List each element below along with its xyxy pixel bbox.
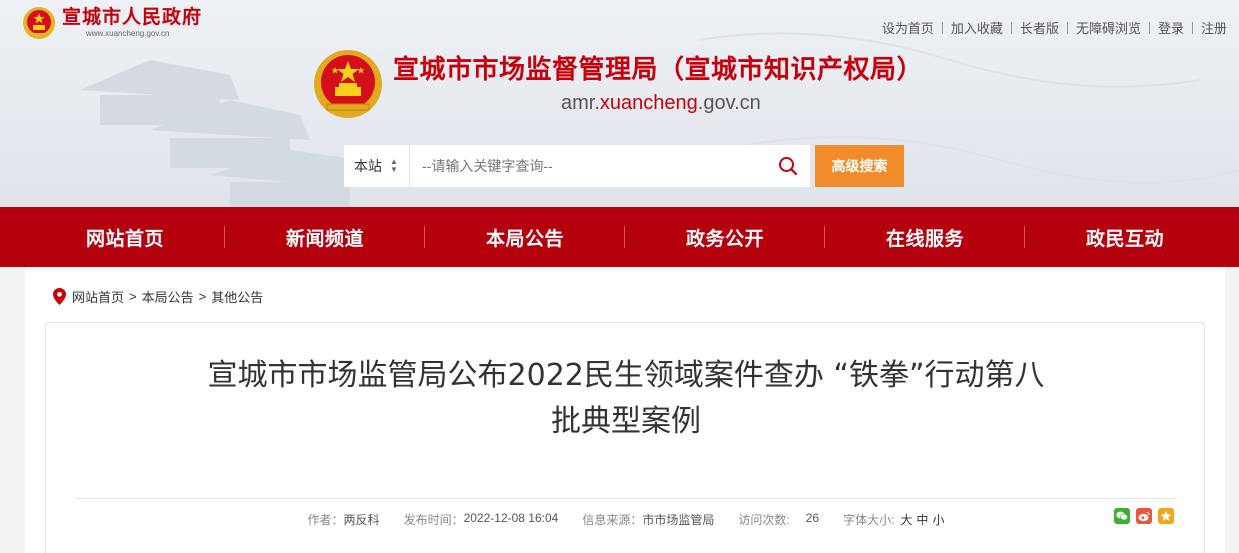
gov-title: 宣城市人民政府 xyxy=(62,7,203,28)
weibo-icon[interactable] xyxy=(1136,508,1152,524)
font-size-large[interactable]: 大 xyxy=(900,511,912,528)
add-favorite-link[interactable]: 加入收藏 xyxy=(951,18,1003,37)
nav-item-online-services[interactable]: 在线服务 xyxy=(825,207,1025,267)
search-bar: 本站 ▲▼ 高级搜索 xyxy=(344,145,904,187)
article-visits: 访问次数: 26 xyxy=(738,511,820,527)
sort-arrows-icon: ▲ ▼ xyxy=(390,157,398,174)
divider xyxy=(1148,21,1150,34)
breadcrumb-separator: > xyxy=(129,289,137,304)
breadcrumb-home[interactable]: 网站首页 xyxy=(72,287,124,306)
breadcrumb-announcements[interactable]: 本局公告 xyxy=(142,287,194,306)
login-link[interactable]: 登录 xyxy=(1158,18,1184,37)
site-header: 宣城市人民政府 www.xuancheng.gov.cn 设为首页 加入收藏 长… xyxy=(0,0,1239,207)
main-content: 网站首页 > 本局公告 > 其他公告 宣城市市场监管局公布2022民生领域案件查… xyxy=(25,267,1225,553)
search-scope-label: 本站 xyxy=(354,158,382,174)
site-url: amr.xuancheng.gov.cn xyxy=(561,92,761,114)
set-homepage-link[interactable]: 设为首页 xyxy=(882,18,934,37)
font-size-small[interactable]: 小 xyxy=(932,511,944,528)
main-nav: 网站首页 新闻频道 本局公告 政务公开 在线服务 政民互动 xyxy=(0,207,1239,267)
divider xyxy=(1066,21,1068,34)
article-author: 作者： 两反科 xyxy=(307,513,380,527)
top-links: 设为首页 加入收藏 长者版 无障碍浏览 登录 注册 xyxy=(882,18,1227,37)
site-logo[interactable]: 宣城市市场监督管理局（宣城市知识产权局） amr.xuancheng.gov.c… xyxy=(313,49,923,119)
register-link[interactable]: 注册 xyxy=(1201,18,1227,37)
share-buttons xyxy=(1108,508,1174,524)
divider xyxy=(76,498,1176,499)
location-pin-icon xyxy=(53,288,66,305)
breadcrumb: 网站首页 > 本局公告 > 其他公告 xyxy=(53,287,263,306)
breadcrumb-other-announcements[interactable]: 其他公告 xyxy=(211,287,263,306)
advanced-search-button[interactable]: 高级搜索 xyxy=(815,145,904,187)
divider xyxy=(1191,21,1193,34)
gov-logo[interactable]: 宣城市人民政府 www.xuancheng.gov.cn xyxy=(22,6,202,40)
article-source: 信息来源： 市市场监管局 xyxy=(582,513,715,527)
nav-item-announcements[interactable]: 本局公告 xyxy=(425,207,625,267)
wechat-icon[interactable] xyxy=(1114,508,1130,524)
article-date: 发布时间： 2022-12-08 16:04 xyxy=(403,511,559,527)
national-emblem-icon xyxy=(23,7,55,39)
search-scope-select[interactable]: 本站 ▲ ▼ xyxy=(344,145,410,187)
national-emblem-icon xyxy=(314,50,382,118)
article-meta: 作者： 两反科 发布时间： 2022-12-08 16:04 信息来源： 市市场监管局… xyxy=(46,511,1206,528)
divider xyxy=(1010,21,1012,34)
favorite-icon[interactable] xyxy=(1158,508,1174,524)
gov-url: www.xuancheng.gov.cn xyxy=(86,29,170,38)
nav-item-government-affairs[interactable]: 政务公开 xyxy=(625,207,825,267)
article-panel: 宣城市市场监管局公布2022民生领域案件查办 “铁拳”行动第八 批典型案例 作者… xyxy=(45,322,1205,553)
article-title: 宣城市市场监管局公布2022民生领域案件查办 “铁拳”行动第八 批典型案例 xyxy=(207,358,1045,439)
search-icon[interactable] xyxy=(766,145,810,187)
elder-version-link[interactable]: 长者版 xyxy=(1020,18,1059,37)
nav-item-home[interactable]: 网站首页 xyxy=(25,207,225,267)
breadcrumb-separator: > xyxy=(198,289,207,304)
accessibility-link[interactable]: 无障碍浏览 xyxy=(1076,18,1141,37)
search-input[interactable] xyxy=(410,146,766,186)
font-size-control: 字体大小: 大 中 小 xyxy=(843,511,945,528)
site-title: 宣城市市场监督管理局（宣城市知识产权局） xyxy=(393,54,924,84)
divider xyxy=(941,21,943,34)
font-size-medium[interactable]: 中 xyxy=(916,511,928,528)
nav-item-interaction[interactable]: 政民互动 xyxy=(1025,207,1225,267)
nav-item-news[interactable]: 新闻频道 xyxy=(225,207,425,267)
